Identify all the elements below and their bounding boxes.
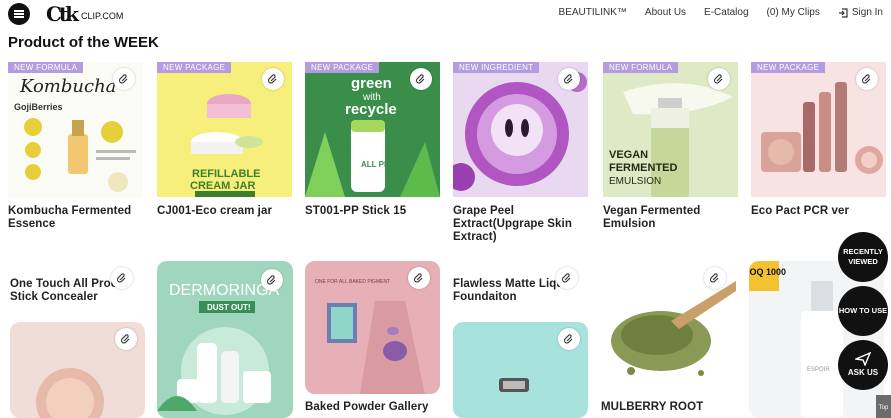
- top-header: Ctk CLIP.COM BEAUTILINK™ About Us E-Cata…: [0, 0, 891, 30]
- clip-icon[interactable]: [856, 68, 878, 90]
- stick-label: ALL PP: [361, 160, 390, 169]
- product-card[interactable]: Flawless Matte Liquid Foundaiton: [453, 264, 588, 304]
- product-card[interactable]: Kombucha GojiBerries NEW FORMULA Kombuch…: [8, 62, 143, 231]
- thumb-tag: DUST OUT!: [207, 303, 251, 312]
- recently-viewed-button[interactable]: RECENTLY VIEWED: [838, 232, 888, 282]
- clip-icon[interactable]: [558, 68, 580, 90]
- clip-icon[interactable]: [113, 68, 135, 90]
- product-badge: NEW PACKAGE: [305, 62, 380, 73]
- product-thumbnail[interactable]: NEW PACKAGE: [751, 62, 886, 197]
- product-thumbnail[interactable]: ONE FOR ALL BAKED PIGMENT: [305, 261, 440, 394]
- moq-badge: MOQ 1000: [749, 267, 786, 277]
- product-thumbnail[interactable]: [601, 261, 736, 394]
- send-icon: [855, 352, 871, 366]
- clip-icon[interactable]: [558, 328, 580, 350]
- thumb-line2: FERMENTED: [609, 162, 678, 174]
- product-thumbnail[interactable]: VEGAN FERMENTED EMULSION NEW FORMULA: [603, 62, 738, 197]
- product-card[interactable]: REFILLABLE CREAM JAR NEW PACKAGE CJ001-E…: [157, 62, 292, 218]
- thumb-line2: CREAM JAR: [190, 180, 255, 192]
- product-card[interactable]: green with recycle ALL PP NEW PACKAGE ST…: [305, 62, 440, 218]
- product-card[interactable]: NEW PACKAGE Eco Pact PCR ver: [751, 62, 886, 218]
- product-name[interactable]: MULBERRY ROOT: [601, 401, 736, 414]
- product-name[interactable]: Grape Peel Extract(Upgrape Skin Extract): [453, 205, 588, 244]
- thumb-line1: green: [351, 75, 392, 92]
- thumb-caption: ONE FOR ALL BAKED PIGMENT: [315, 279, 390, 285]
- product-thumbnail[interactable]: REFILLABLE CREAM JAR NEW PACKAGE: [157, 62, 292, 197]
- hamburger-menu-icon[interactable]: [8, 3, 30, 25]
- product-badge: NEW PACKAGE: [157, 62, 232, 73]
- sign-in-label: Sign In: [851, 7, 883, 18]
- product-card[interactable]: NEW INGREDIENT Grape Peel Extract(Upgrap…: [453, 62, 588, 244]
- product-name[interactable]: Baked Powder Gallery: [305, 401, 440, 414]
- ask-us-label: ASK US: [847, 368, 879, 377]
- product-badge: NEW INGREDIENT: [453, 62, 540, 73]
- product-card[interactable]: One Touch All Proof Stick Concealer: [8, 264, 143, 304]
- thumb-line3: recycle: [345, 101, 397, 118]
- product-name[interactable]: CJ001-Eco cream jar: [157, 205, 292, 218]
- clip-icon[interactable]: [704, 267, 726, 289]
- ask-us-button[interactable]: ASK US: [838, 340, 888, 390]
- product-thumbnail[interactable]: NEW INGREDIENT: [453, 62, 588, 197]
- nav-sign-in[interactable]: Sign In: [838, 7, 883, 18]
- product-thumbnail[interactable]: DERMORINGA DUST OUT!: [157, 261, 293, 418]
- top-nav: BEAUTILINK™ About Us E-Catalog (0) My Cl…: [541, 7, 883, 18]
- product-thumbnail[interactable]: green with recycle ALL PP NEW PACKAGE: [305, 62, 440, 197]
- product-thumbnail[interactable]: [10, 322, 145, 418]
- clip-icon[interactable]: [708, 68, 730, 90]
- logo-mark: Ctk: [46, 2, 79, 26]
- page-title: Product of the WEEK: [8, 34, 159, 51]
- clip-icon[interactable]: [556, 267, 578, 289]
- product-name[interactable]: Kombucha Fermented Essence: [8, 205, 143, 231]
- product-name[interactable]: One Touch All Proof Stick Concealer: [8, 278, 128, 304]
- product-card[interactable]: ONE FOR ALL BAKED PIGMENT Baked Powder G…: [305, 261, 440, 414]
- product-badge: NEW FORMULA: [8, 62, 84, 73]
- clip-icon[interactable]: [410, 68, 432, 90]
- clip-icon[interactable]: [408, 267, 430, 289]
- nav-beautilink[interactable]: BEAUTILINK™: [559, 7, 627, 18]
- product-name[interactable]: Vegan Fermented Emulsion: [603, 205, 738, 231]
- site-logo[interactable]: Ctk CLIP.COM: [46, 2, 124, 26]
- product-thumbnail[interactable]: [453, 322, 588, 418]
- thumb-line3: EMULSION: [609, 176, 661, 187]
- product-card[interactable]: VEGAN FERMENTED EMULSION NEW FORMULA Veg…: [603, 62, 738, 231]
- product-thumbnail[interactable]: Kombucha GojiBerries NEW FORMULA: [8, 62, 143, 197]
- how-to-use-button[interactable]: HOW TO USE: [838, 286, 888, 336]
- thumb-subtitle: GojiBerries: [14, 102, 63, 112]
- product-name[interactable]: Eco Pact PCR ver: [751, 205, 886, 218]
- nav-my-clips[interactable]: (0) My Clips: [767, 7, 820, 18]
- sign-in-icon: [838, 7, 848, 18]
- scroll-top-button[interactable]: Top: [876, 395, 891, 418]
- nav-e-catalog[interactable]: E-Catalog: [704, 7, 748, 18]
- thumb-line1: REFILLABLE: [192, 168, 260, 180]
- clip-icon[interactable]: [261, 269, 283, 291]
- product-badge: NEW PACKAGE: [751, 62, 826, 73]
- thumb-line1: VEGAN: [609, 149, 648, 161]
- nav-about-us[interactable]: About Us: [645, 7, 686, 18]
- clip-icon[interactable]: [262, 68, 284, 90]
- bottle-text: ESPOIR: [807, 367, 830, 373]
- product-name[interactable]: ST001-PP Stick 15: [305, 205, 440, 218]
- clip-icon[interactable]: [111, 267, 133, 289]
- thumb-title: Kombucha: [19, 76, 116, 97]
- logo-text: CLIP.COM: [81, 11, 124, 21]
- clip-icon[interactable]: [115, 328, 137, 350]
- product-badge: NEW FORMULA: [603, 62, 679, 73]
- product-card[interactable]: MULBERRY ROOT: [601, 261, 736, 414]
